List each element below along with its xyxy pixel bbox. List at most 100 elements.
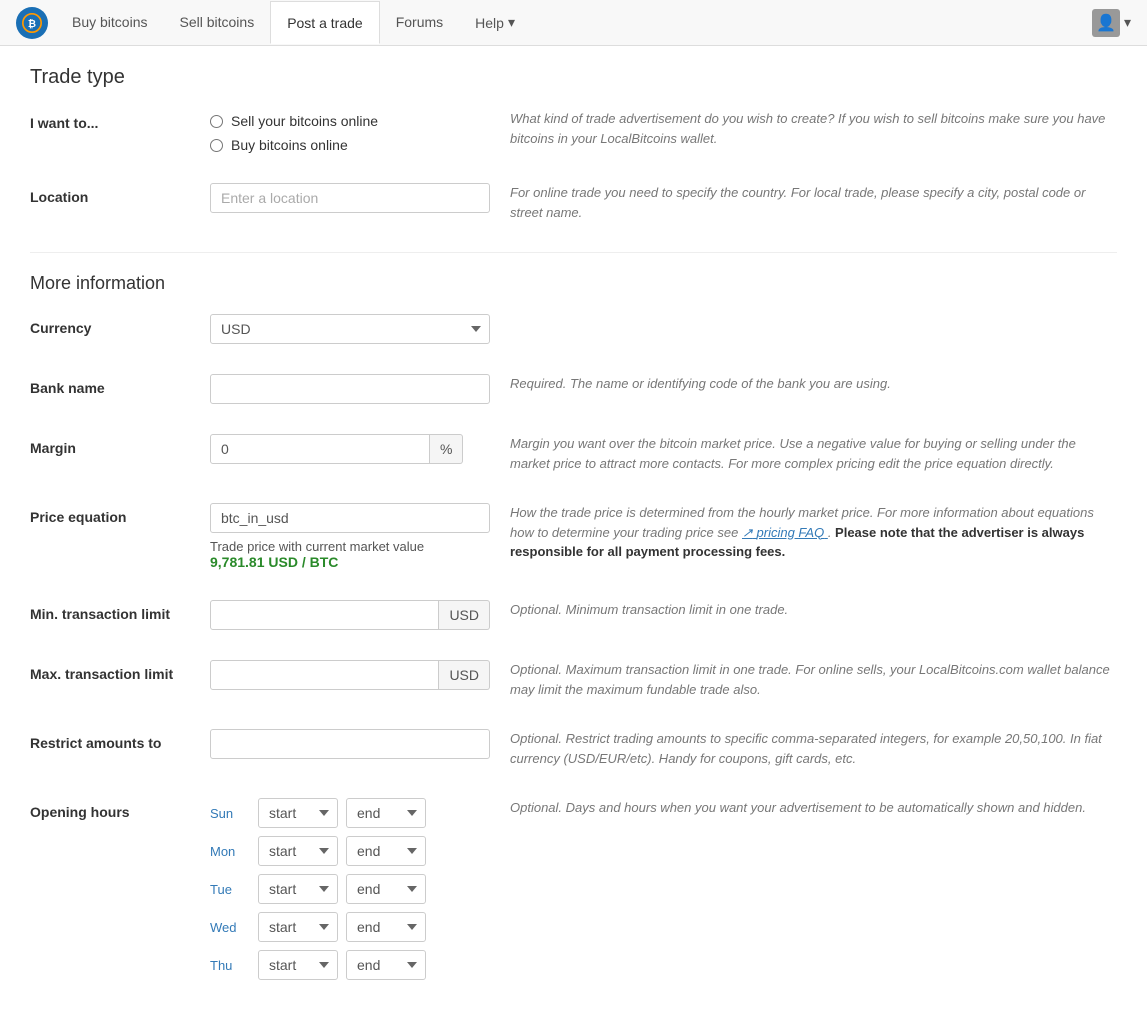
price-equation-input[interactable] [210, 503, 490, 533]
margin-input[interactable] [210, 434, 430, 464]
oh-end-wed[interactable]: end [346, 912, 426, 942]
oh-start-wed[interactable]: start [258, 912, 338, 942]
margin-control: % [210, 434, 490, 464]
bank-name-hint: Required. The name or identifying code o… [510, 374, 1117, 394]
oh-end-sun[interactable]: end [346, 798, 426, 828]
price-eq-info: Trade price with current market value 9,… [210, 539, 490, 570]
user-menu[interactable]: 👤 ▾ [1092, 9, 1131, 37]
nav-sell-bitcoins[interactable]: Sell bitcoins [163, 2, 270, 44]
margin-row: Margin % Margin you want over the bitcoi… [30, 434, 1117, 483]
nav-links: Buy bitcoins Sell bitcoins Post a trade … [56, 2, 531, 44]
svg-text:₿: ₿ [28, 18, 36, 30]
opening-hours-label: Opening hours [30, 798, 210, 820]
max-transaction-input[interactable] [210, 660, 439, 690]
margin-label: Margin [30, 434, 210, 456]
bank-name-control [210, 374, 490, 404]
oh-end-thu[interactable]: end [346, 950, 426, 980]
oh-day-sun: Sun [210, 806, 250, 821]
margin-hint: Margin you want over the bitcoin market … [510, 434, 1117, 473]
i-want-to-row: I want to... Sell your bitcoins online B… [30, 109, 1117, 163]
sell-option[interactable]: Sell your bitcoins online [210, 113, 490, 129]
oh-start-sun[interactable]: start [258, 798, 338, 828]
opening-hours-row: Opening hours Sun start end Mon start en… [30, 798, 1117, 990]
oh-start-mon[interactable]: start [258, 836, 338, 866]
avatar-icon: 👤 [1092, 9, 1120, 37]
section-divider [30, 252, 1117, 253]
location-label: Location [30, 183, 210, 205]
max-transaction-suffix: USD [439, 660, 490, 690]
nav-help[interactable]: Help ▾ [459, 2, 531, 44]
location-row: Location For online trade you need to sp… [30, 183, 1117, 232]
sell-radio[interactable] [210, 115, 223, 128]
oh-row-tue: Tue start end [210, 874, 490, 904]
buy-radio[interactable] [210, 139, 223, 152]
bank-name-input[interactable] [210, 374, 490, 404]
max-transaction-hint: Optional. Maximum transaction limit in o… [510, 660, 1117, 699]
min-transaction-input[interactable] [210, 600, 439, 630]
currency-row: Currency USD EUR GBP JPY CNY [30, 314, 1117, 354]
opening-hours-control: Sun start end Mon start end Tue start en… [210, 798, 490, 980]
min-transaction-suffix: USD [439, 600, 490, 630]
bank-name-row: Bank name Required. The name or identify… [30, 374, 1117, 414]
bank-name-label: Bank name [30, 374, 210, 396]
oh-end-mon[interactable]: end [346, 836, 426, 866]
margin-input-wrap: % [210, 434, 490, 464]
oh-day-tue: Tue [210, 882, 250, 897]
max-transaction-row: Max. transaction limit USD Optional. Max… [30, 660, 1117, 709]
location-hint: For online trade you need to specify the… [510, 183, 1117, 222]
oh-row-mon: Mon start end [210, 836, 490, 866]
restrict-amounts-input[interactable] [210, 729, 490, 759]
chevron-down-icon: ▾ [508, 14, 515, 31]
min-transaction-label: Min. transaction limit [30, 600, 210, 622]
page-title: Trade type [30, 66, 1117, 89]
sell-option-label: Sell your bitcoins online [231, 113, 378, 129]
oh-row-thu: Thu start end [210, 950, 490, 980]
oh-day-mon: Mon [210, 844, 250, 859]
price-equation-control: Trade price with current market value 9,… [210, 503, 490, 570]
price-value: 9,781.81 USD / BTC [210, 554, 338, 570]
i-want-to-hint: What kind of trade advertisement do you … [510, 109, 1117, 148]
external-link-icon: ↗ [742, 525, 753, 540]
buy-option[interactable]: Buy bitcoins online [210, 137, 490, 153]
currency-control: USD EUR GBP JPY CNY [210, 314, 490, 344]
buy-option-label: Buy bitcoins online [231, 137, 348, 153]
min-transaction-hint: Optional. Minimum transaction limit in o… [510, 600, 1117, 620]
oh-start-thu[interactable]: start [258, 950, 338, 980]
nav-post-trade[interactable]: Post a trade [270, 1, 380, 44]
trade-price-label: Trade price with current market value [210, 539, 424, 554]
restrict-amounts-hint: Optional. Restrict trading amounts to sp… [510, 729, 1117, 768]
site-logo: ₿ [16, 7, 48, 39]
nav-forums[interactable]: Forums [380, 2, 459, 44]
price-equation-row: Price equation Trade price with current … [30, 503, 1117, 580]
oh-start-tue[interactable]: start [258, 874, 338, 904]
opening-hours-hint: Optional. Days and hours when you want y… [510, 798, 1117, 818]
min-transaction-control: USD [210, 600, 490, 630]
main-content: Trade type I want to... Sell your bitcoi… [0, 46, 1147, 1030]
oh-row-wed: Wed start end [210, 912, 490, 942]
max-transaction-control: USD [210, 660, 490, 690]
opening-hours-days: Sun start end Mon start end Tue start en… [210, 798, 490, 980]
price-equation-label: Price equation [30, 503, 210, 525]
currency-label: Currency [30, 314, 210, 336]
min-transaction-row: Min. transaction limit USD Optional. Min… [30, 600, 1117, 640]
min-transaction-wrap: USD [210, 600, 490, 630]
restrict-amounts-label: Restrict amounts to [30, 729, 210, 751]
restrict-amounts-control [210, 729, 490, 759]
location-control [210, 183, 490, 213]
currency-select[interactable]: USD EUR GBP JPY CNY [210, 314, 490, 344]
i-want-to-label: I want to... [30, 109, 210, 131]
oh-row-sun: Sun start end [210, 798, 490, 828]
i-want-to-options: Sell your bitcoins online Buy bitcoins o… [210, 109, 490, 153]
navbar: ₿ Buy bitcoins Sell bitcoins Post a trad… [0, 0, 1147, 46]
max-transaction-label: Max. transaction limit [30, 660, 210, 682]
oh-end-tue[interactable]: end [346, 874, 426, 904]
nav-buy-bitcoins[interactable]: Buy bitcoins [56, 2, 163, 44]
more-info-title: More information [30, 273, 1117, 294]
pricing-faq-link[interactable]: ↗ pricing FAQ [742, 525, 828, 540]
max-transaction-wrap: USD [210, 660, 490, 690]
margin-suffix: % [430, 434, 463, 464]
location-input[interactable] [210, 183, 490, 213]
chevron-down-icon: ▾ [1124, 14, 1131, 31]
trade-type-radio-group: Sell your bitcoins online Buy bitcoins o… [210, 109, 490, 153]
oh-day-thu: Thu [210, 958, 250, 973]
